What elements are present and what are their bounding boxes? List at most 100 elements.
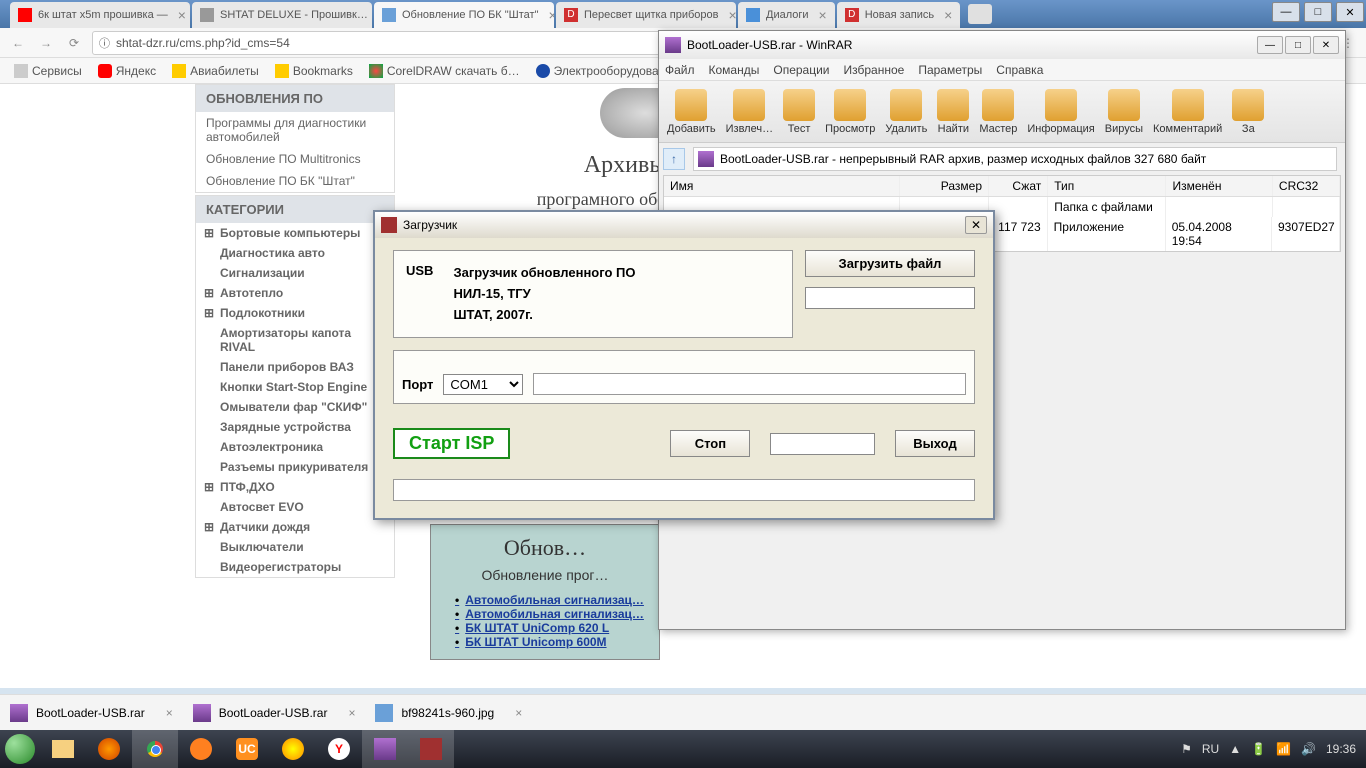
close-icon[interactable]: ×	[166, 706, 173, 720]
up-button[interactable]: ↑	[663, 148, 685, 170]
task-media[interactable]	[178, 730, 224, 768]
load-file-button[interactable]: Загрузить файл	[805, 250, 975, 277]
toolbar-button[interactable]: Добавить	[663, 87, 720, 137]
task-explorer[interactable]	[40, 730, 86, 768]
forward-button[interactable]: →	[36, 33, 56, 53]
bookmark-item[interactable]: Bookmarks	[269, 62, 359, 80]
close-icon[interactable]: ×	[178, 7, 186, 23]
category-item[interactable]: Бортовые компьютеры	[196, 223, 394, 243]
col-crc[interactable]: CRC32	[1273, 176, 1340, 196]
category-item[interactable]: Автотепло	[196, 283, 394, 303]
category-item[interactable]: Зарядные устройства	[196, 417, 394, 437]
close-icon[interactable]: ×	[729, 7, 736, 23]
stop-button[interactable]: Стоп	[670, 430, 750, 457]
category-item[interactable]: Подлокотники	[196, 303, 394, 323]
category-item[interactable]: Видеорегистраторы	[196, 557, 394, 577]
col-name[interactable]: Имя	[664, 176, 900, 196]
toolbar-button[interactable]: Удалить	[881, 87, 931, 137]
browser-tab[interactable]: DПересвет щитка приборов×	[556, 2, 736, 28]
browser-tab[interactable]: DНовая запись×	[837, 2, 961, 28]
close-icon[interactable]: ×	[819, 7, 827, 23]
path-bar[interactable]: BootLoader-USB.rar - непрерывный RAR арх…	[693, 147, 1337, 171]
bookmark-item[interactable]: CorelDRAW скачать б…	[363, 62, 526, 80]
task-loader[interactable]	[408, 730, 454, 768]
close-icon[interactable]: ×	[549, 7, 555, 23]
port-select[interactable]: COM1	[443, 374, 523, 395]
bookmark-item[interactable]: Авиабилеты	[166, 62, 265, 80]
close-button[interactable]: ✕	[1313, 36, 1339, 54]
col-date[interactable]: Изменён	[1166, 176, 1272, 196]
task-firefox[interactable]	[86, 730, 132, 768]
toolbar-button[interactable]: Тест	[779, 87, 819, 137]
explorer-item[interactable]: BootLoader-USB.rar×	[193, 704, 356, 722]
toolbar-button[interactable]: Вирусы	[1101, 87, 1147, 137]
task-uc[interactable]: UC	[224, 730, 270, 768]
close-button[interactable]: ✕	[1336, 2, 1364, 22]
download-link[interactable]: БК ШТАТ UniComp 620 L	[455, 621, 649, 635]
exit-button[interactable]: Выход	[895, 430, 975, 457]
browser-tab[interactable]: SHTAT DELUXE - Прошивк…×	[192, 2, 372, 28]
file-field[interactable]	[805, 287, 975, 309]
menu-item[interactable]: Параметры	[918, 63, 982, 77]
category-item[interactable]: Автоэлектроника	[196, 437, 394, 457]
category-item[interactable]: Панели приборов ВАЗ	[196, 357, 394, 377]
category-item[interactable]: Датчики дождя	[196, 517, 394, 537]
category-item[interactable]: Амортизаторы капота RIVAL	[196, 323, 394, 357]
category-item[interactable]: Диагностика авто	[196, 243, 394, 263]
close-icon[interactable]: ×	[348, 706, 355, 720]
menu-item[interactable]: Справка	[996, 63, 1043, 77]
category-item[interactable]: Сигнализации	[196, 263, 394, 283]
category-item[interactable]: Автосвет EVO	[196, 497, 394, 517]
start-isp-button[interactable]: Старт ISP	[393, 428, 510, 459]
download-link[interactable]: Автомобильная сигнализац…	[455, 607, 649, 621]
toolbar-button[interactable]: За	[1228, 87, 1268, 137]
language-indicator[interactable]: RU	[1202, 742, 1219, 756]
category-item[interactable]: Омыватели фар "СКИФ"	[196, 397, 394, 417]
maximize-button[interactable]: □	[1304, 2, 1332, 22]
start-button[interactable]	[0, 730, 40, 768]
menu-item[interactable]: Избранное	[844, 63, 905, 77]
close-icon[interactable]: ×	[515, 706, 522, 720]
volume-icon[interactable]: 🔊	[1301, 742, 1316, 756]
loader-titlebar[interactable]: Загрузчик ✕	[375, 212, 993, 238]
explorer-item[interactable]: BootLoader-USB.rar×	[10, 704, 173, 722]
close-icon[interactable]: ×	[944, 7, 952, 23]
clock[interactable]: 19:36	[1326, 742, 1356, 756]
col-pack[interactable]: Сжат	[989, 176, 1048, 196]
maximize-button[interactable]: □	[1285, 36, 1311, 54]
menu-item[interactable]: Команды	[709, 63, 760, 77]
category-item[interactable]: Выключатели	[196, 537, 394, 557]
explorer-item[interactable]: bf98241s-960.jpg×	[375, 704, 522, 722]
sidebar-link[interactable]: Обновление ПО Multitronics	[196, 148, 394, 170]
back-button[interactable]: ←	[8, 33, 28, 53]
category-item[interactable]: ПТФ,ДХО	[196, 477, 394, 497]
col-size[interactable]: Размер	[900, 176, 989, 196]
new-tab-button[interactable]	[968, 4, 992, 24]
close-button[interactable]: ✕	[965, 216, 987, 234]
browser-tab[interactable]: Диалоги×	[738, 2, 835, 28]
tray-flag-icon[interactable]: ⚑	[1181, 742, 1192, 756]
task-yandex[interactable]: Y	[316, 730, 362, 768]
toolbar-button[interactable]: Найти	[933, 87, 973, 137]
download-link[interactable]: Автомобильная сигнализац…	[455, 593, 649, 607]
col-type[interactable]: Тип	[1048, 176, 1166, 196]
network-icon[interactable]: 📶	[1276, 742, 1291, 756]
sidebar-link[interactable]: Обновление ПО БК "Штат"	[196, 170, 394, 192]
browser-tab-active[interactable]: Обновление ПО БК "Штат"×	[374, 2, 554, 28]
bookmark-item[interactable]: Яндекс	[92, 62, 162, 80]
winrar-titlebar[interactable]: BootLoader-USB.rar - WinRAR — □ ✕	[659, 31, 1345, 59]
task-app[interactable]	[270, 730, 316, 768]
toolbar-button[interactable]: Мастер	[975, 87, 1021, 137]
category-item[interactable]: Кнопки Start-Stop Engine	[196, 377, 394, 397]
toolbar-button[interactable]: Информация	[1023, 87, 1098, 137]
minimize-button[interactable]: —	[1257, 36, 1283, 54]
toolbar-button[interactable]: Извлеч…	[722, 87, 777, 137]
apps-button[interactable]: Сервисы	[8, 62, 88, 80]
toolbar-button[interactable]: Просмотр	[821, 87, 879, 137]
sidebar-link[interactable]: Программы для диагностики автомобилей	[196, 112, 394, 148]
category-item[interactable]: Разъемы прикуривателя	[196, 457, 394, 477]
minimize-button[interactable]: —	[1272, 2, 1300, 22]
browser-tab[interactable]: 6к штат x5m прошивка —×	[10, 2, 190, 28]
battery-icon[interactable]: 🔋	[1251, 742, 1266, 756]
download-link[interactable]: БК ШТАТ Unicomp 600M	[455, 635, 649, 649]
